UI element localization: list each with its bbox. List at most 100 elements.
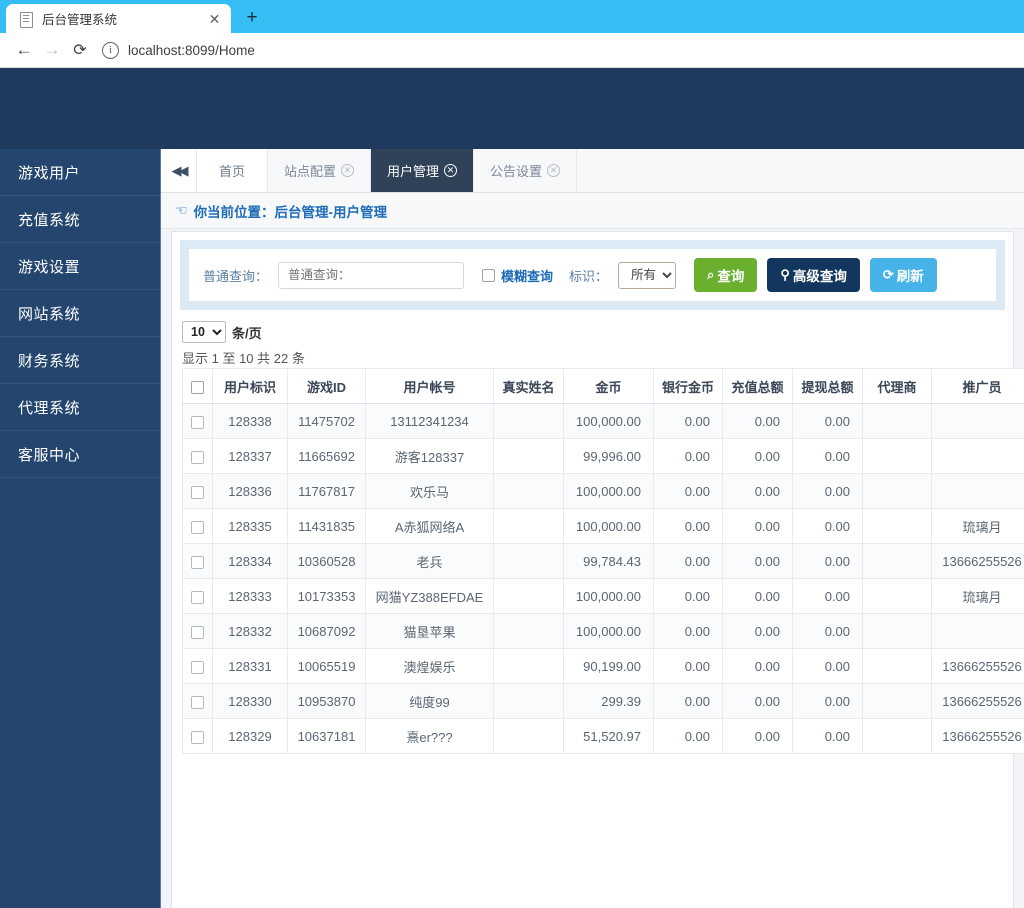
col-withdraw-total[interactable]: 提现总额 [792,368,863,404]
fuzzy-query-checkbox-wrap[interactable]: 模糊查询 [482,266,553,285]
application-root: 游戏用户 充值系统 游戏设置 网站系统 财务系统 代理系统 客服中心 ◀◀ 首页 [0,68,1024,908]
cell-realname [493,508,564,544]
table-row[interactable]: 128337 11665692 游客128337 99,996.00 0.00 0.00 0… [182,438,1024,474]
table-row[interactable]: 128334 10360528 老兵 99,784.43 0.00 0.00 0.00 136… [182,543,1024,579]
table-row[interactable]: 128335 11431835 A赤狐网络A 100,000.00 0.00 0.00 0.… [182,508,1024,544]
row-select-cell[interactable] [182,683,213,719]
forward-icon[interactable]: → [38,36,66,64]
cell-promoter: 琉璃月 [931,578,1024,614]
col-game-id[interactable]: 游戏ID [287,368,366,404]
close-icon[interactable]: ✕ [444,164,458,177]
cell-agent [862,438,932,474]
cell-agent [862,578,932,614]
row-select-cell[interactable] [182,613,213,649]
col-user-id[interactable]: 用户标识 [212,368,288,404]
query-button[interactable]: ⌕ 查询 [694,258,758,292]
col-real-name[interactable]: 真实姓名 [493,368,564,404]
flag-select[interactable]: 所有 [618,261,677,289]
cell-gameid: 11431835 [287,508,366,544]
sidebar-item-customer-service[interactable]: 客服中心 [0,431,160,478]
col-agent[interactable]: 代理商 [862,368,932,404]
cell-gameid: 10687092 [287,613,366,649]
row-checkbox[interactable] [191,730,204,744]
cell-account: 猫垦苹果 [365,613,494,649]
query-button-label: 查询 [717,269,745,284]
row-checkbox[interactable] [191,660,204,674]
fuzzy-query-checkbox[interactable] [482,268,496,282]
col-promoter[interactable]: 推广员 [931,368,1024,404]
refresh-button-label: 刷新 [896,269,924,284]
select-all-header[interactable] [182,368,213,404]
refresh-button[interactable]: ⟳ 刷新 [869,258,937,292]
sidebar-item-game-users[interactable]: 游戏用户 [0,149,160,196]
table-row[interactable]: 128333 10173353 网猫YZ388EFDAE 100,000.00 0.00… [182,578,1024,614]
row-checkbox[interactable] [191,415,204,429]
address-bar[interactable]: i localhost:8099/Home [102,37,1014,63]
col-bank-gold[interactable]: 银行金币 [653,368,723,404]
cell-gameid: 10953870 [287,683,366,719]
refresh-icon: ⟳ [882,267,894,282]
cell-withdraw-total: 0.00 [792,543,863,579]
tab-announcement-settings[interactable]: 公告设置 ✕ [474,149,578,192]
cell-agent [862,473,932,509]
cell-realname [493,578,564,614]
close-icon[interactable]: ✕ [341,164,355,177]
back-icon[interactable]: ← [10,36,38,64]
sidebar-item-agent-system[interactable]: 代理系统 [0,384,160,431]
col-account[interactable]: 用户帐号 [365,368,494,404]
browser-tab[interactable]: 后台管理系统 ✕ [6,4,231,33]
sidebar-item-website-system[interactable]: 网站系统 [0,290,160,337]
table-row[interactable]: 128338 11475702 13112341234 100,000.00 0.00 0… [182,403,1024,439]
col-recharge-total[interactable]: 充值总额 [722,368,793,404]
cell-promoter [931,473,1024,509]
cell-account: A赤狐网络A [365,508,494,544]
row-checkbox[interactable] [191,555,204,569]
table-row[interactable]: 128332 10687092 猫垦苹果 100,000.00 0.00 0.00 0.00 [182,613,1024,649]
table-row[interactable]: 128331 10065519 澳煌娱乐 90,199.00 0.00 0.00 0.00 1… [182,648,1024,684]
cell-gameid: 10360528 [287,543,366,579]
sidebar: 游戏用户 充值系统 游戏设置 网站系统 财务系统 代理系统 客服中心 [0,149,160,908]
tab-home[interactable]: 首页 [197,149,269,192]
row-checkbox[interactable] [191,520,204,534]
pointing-hand-icon: ☞ [175,202,188,218]
row-select-cell[interactable] [182,438,213,474]
col-gold[interactable]: 金币 [563,368,654,404]
row-checkbox[interactable] [191,625,204,639]
close-icon[interactable]: ✕ [547,164,561,177]
row-select-cell[interactable] [182,508,213,544]
tab-site-config[interactable]: 站点配置 ✕ [268,149,372,192]
row-checkbox[interactable] [191,590,204,604]
sidebar-item-recharge-system[interactable]: 充值系统 [0,196,160,243]
cell-gold: 299.39 [563,683,654,719]
row-select-cell[interactable] [182,718,213,754]
collapse-sidebar-button[interactable]: ◀◀ [161,149,197,192]
table-row[interactable]: 128329 10637181 熹er??? 51,520.97 0.00 0.00 0.0… [182,718,1024,754]
cell-promoter: 13666255526 [931,718,1024,754]
cell-realname [493,473,564,509]
page-size-select[interactable]: 10 [182,321,226,343]
row-select-cell[interactable] [182,578,213,614]
filter-icon: ⚲ [780,267,790,282]
row-select-cell[interactable] [182,403,213,439]
advanced-query-button[interactable]: ⚲ 高级查询 [767,258,860,292]
table-row[interactable]: 128336 11767817 欢乐马 100,000.00 0.00 0.00 0.00 [182,473,1024,509]
row-checkbox[interactable] [191,450,204,464]
row-checkbox[interactable] [191,485,204,499]
row-select-cell[interactable] [182,543,213,579]
row-checkbox[interactable] [191,695,204,709]
row-select-cell[interactable] [182,473,213,509]
new-tab-button[interactable]: + [241,6,263,28]
sidebar-item-game-settings[interactable]: 游戏设置 [0,243,160,290]
close-icon[interactable]: ✕ [206,10,223,27]
tab-user-management[interactable]: 用户管理 ✕ [371,149,475,192]
table-row[interactable]: 128330 10953870 纯度99 299.39 0.00 0.00 0.00 1366… [182,683,1024,719]
reload-icon[interactable]: ⟳ [66,36,94,64]
sidebar-item-finance-system[interactable]: 财务系统 [0,337,160,384]
site-info-icon[interactable]: i [102,41,119,59]
select-all-checkbox[interactable] [191,380,204,394]
cell-gold: 99,996.00 [563,438,654,474]
row-select-cell[interactable] [182,648,213,684]
search-input[interactable] [278,261,465,289]
cell-uid: 128336 [212,473,288,509]
cell-withdraw-total: 0.00 [792,648,863,684]
